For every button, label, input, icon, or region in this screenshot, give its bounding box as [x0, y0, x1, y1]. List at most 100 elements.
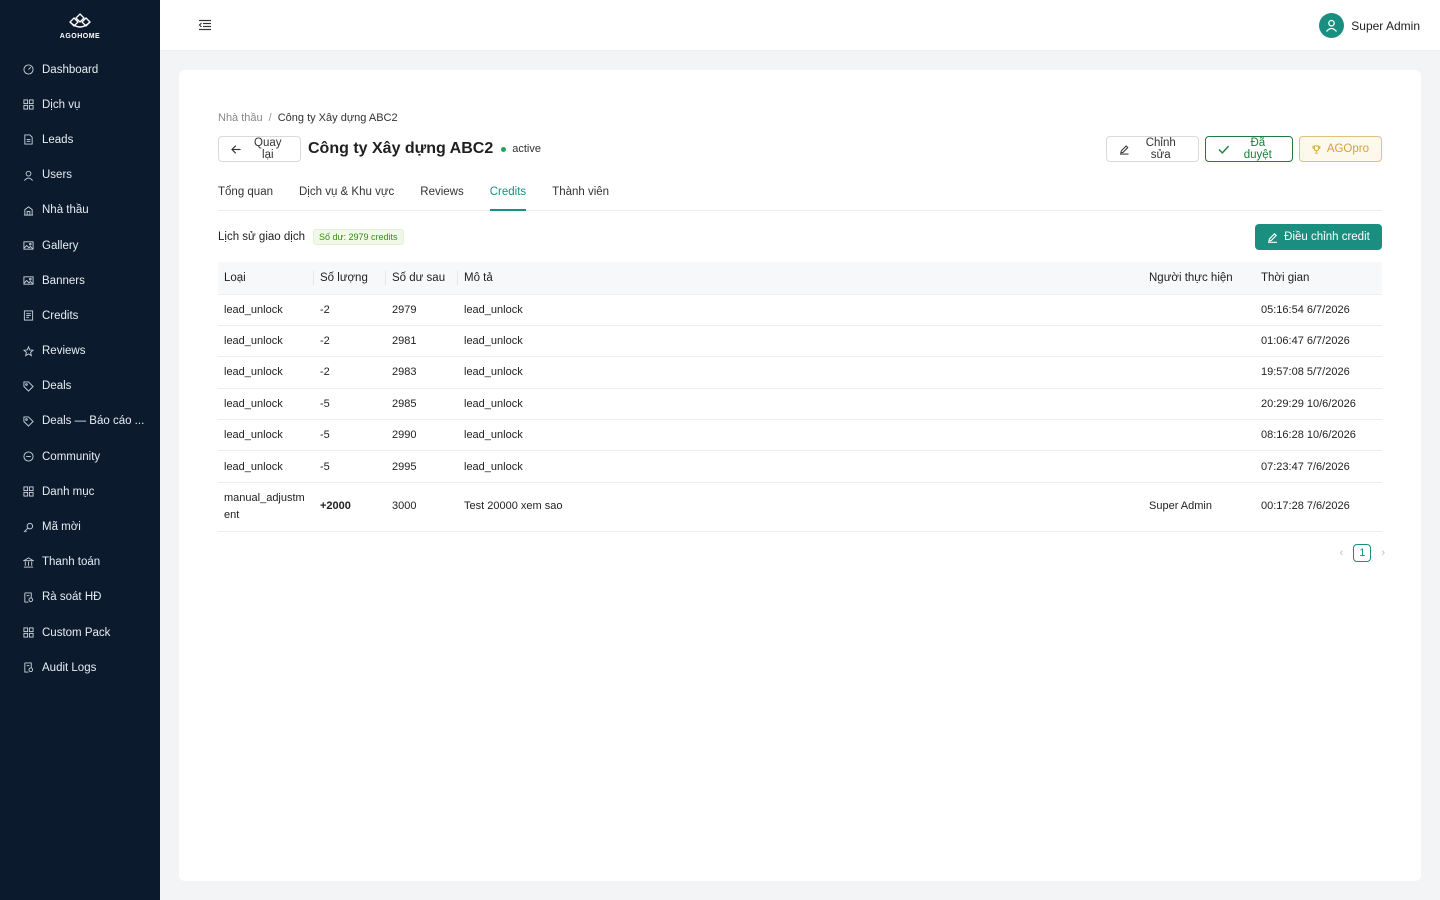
cell-balance: 2983: [386, 356, 458, 389]
top-header: Super Admin: [160, 0, 1440, 51]
sidebar-item-label: Deals — Báo cáo ...: [42, 415, 145, 428]
cell-amount: +2000: [314, 482, 386, 532]
edit-button[interactable]: Chỉnh sửa: [1106, 136, 1199, 162]
cell-actor: [1143, 294, 1255, 326]
avatar: [1319, 13, 1345, 38]
sidebar-item-thanh-to-n[interactable]: Thanh toán: [0, 545, 160, 580]
sidebar-item-label: Credits: [42, 309, 79, 322]
cell-description: Test 20000 xem sao: [458, 482, 1143, 532]
cell-balance: 3000: [386, 482, 458, 532]
sidebar-item-d-ch-v[interactable]: Dịch vụ: [0, 87, 160, 122]
sidebar-item-label: Mã mời: [42, 521, 81, 534]
prev-page-button[interactable]: ‹: [1340, 547, 1344, 559]
tab-2[interactable]: Dịch vụ & Khu vực: [299, 180, 394, 210]
cell-actor: [1143, 325, 1255, 358]
key-icon: [22, 521, 34, 533]
sidebar-item-label: Dịch vụ: [42, 98, 81, 111]
edit-icon: [1119, 144, 1129, 155]
cell-type: lead_unlock: [218, 419, 314, 452]
sidebar-item-label: Custom Pack: [42, 626, 111, 639]
cell-type: lead_unlock: [218, 294, 314, 326]
credits-section-header: Lịch sử giao dịch Số dư: 2979 credits Đi…: [218, 224, 1382, 250]
tab-1[interactable]: Tổng quan: [218, 180, 273, 210]
sidebar-item-deals-b-o-c-o[interactable]: Deals — Báo cáo ...: [0, 404, 160, 439]
cell-time: 05:16:54 6/7/2026: [1255, 294, 1382, 326]
cell-amount: -2: [314, 294, 386, 326]
cell-amount: -2: [314, 356, 386, 389]
cell-balance: 2985: [386, 388, 458, 421]
approved-button-label: Đã duyệt: [1243, 137, 1272, 161]
bank-icon: [22, 556, 34, 568]
table-header: Loại Số lượng Số dư sau Mô tả Người thực hiệ…: [218, 262, 1382, 295]
column-header: Thời gian: [1255, 262, 1382, 295]
credits-table: Loại Số lượng Số dư sau Mô tả Người thực hiệ…: [218, 262, 1382, 532]
audit-icon: [22, 591, 34, 603]
sidebar-item-reviews[interactable]: Reviews: [0, 334, 160, 369]
cell-time: 20:29:29 10/6/2026: [1255, 388, 1382, 421]
check-icon: [1218, 145, 1230, 154]
sidebar-item-deals[interactable]: Deals: [0, 369, 160, 404]
sidebar-item-nh-th-u[interactable]: Nhà thầu: [0, 193, 160, 228]
sidebar-item-users[interactable]: Users: [0, 158, 160, 193]
edit-icon: [1268, 232, 1278, 243]
sidebar-item-audit-logs[interactable]: Audit Logs: [0, 650, 160, 685]
cell-time: 07:23:47 7/6/2026: [1255, 450, 1382, 483]
sidebar-item-community[interactable]: Community: [0, 439, 160, 474]
brand-logo[interactable]: AGOHOME: [0, 0, 160, 50]
sidebar-item-label: Community: [42, 450, 101, 463]
sidebar-item-banners[interactable]: Banners: [0, 263, 160, 298]
cell-amount: -5: [314, 419, 386, 452]
star-icon: [22, 345, 34, 357]
breadcrumb-current: Công ty Xây dựng ABC2: [277, 112, 398, 124]
sidebar-item-label: Reviews: [42, 345, 86, 358]
sidebar-item-gallery[interactable]: Gallery: [0, 228, 160, 263]
back-button[interactable]: Quay lại: [218, 136, 301, 162]
cell-description: lead_unlock: [458, 356, 1143, 389]
tab-5[interactable]: Thành viên: [552, 180, 609, 210]
sidebar-item-label: Banners: [42, 274, 85, 287]
cell-actor: [1143, 450, 1255, 483]
cell-description: lead_unlock: [458, 450, 1143, 483]
tab-4[interactable]: Credits: [489, 180, 527, 211]
tab-3[interactable]: Reviews: [420, 180, 463, 210]
approved-button[interactable]: Đã duyệt: [1205, 136, 1293, 162]
sidebar-item-label: Leads: [42, 133, 74, 146]
sidebar-item-leads[interactable]: Leads: [0, 122, 160, 157]
sidebar-item-dashboard[interactable]: Dashboard: [0, 52, 160, 87]
agopro-button[interactable]: AGOpro: [1299, 136, 1382, 162]
table-row: lead_unlock -5 2990 lead_unlock 08:16:28 10/…: [218, 419, 1382, 452]
sidebar: AGOHOME Dashboard Dịch vụ Leads Users Nhà th…: [0, 0, 160, 900]
table-row: lead_unlock -5 2995 lead_unlock 07:23:47 7/6…: [218, 450, 1382, 483]
breadcrumb-parent-link[interactable]: Nhà thầu: [218, 112, 263, 124]
sidebar-item-label: Thanh toán: [42, 556, 101, 569]
image-icon: [22, 240, 34, 252]
menu-fold-icon[interactable]: [198, 18, 212, 32]
sidebar-item-m-m-i[interactable]: Mã mời: [0, 509, 160, 544]
page-title: Công ty Xây dựng ABC2: [308, 140, 494, 157]
user-icon: [1326, 19, 1338, 32]
sidebar-item-credits[interactable]: Credits: [0, 298, 160, 333]
agopro-button-label: AGOpro: [1326, 143, 1369, 155]
sidebar-nav: Dashboard Dịch vụ Leads Users Nhà thầu Galler…: [0, 52, 160, 685]
sidebar-item-custom-pack[interactable]: Custom Pack: [0, 615, 160, 650]
sidebar-item-r-so-t-h[interactable]: Rà soát HĐ: [0, 580, 160, 615]
brand-name: AGOHOME: [59, 33, 101, 40]
adjust-credit-button[interactable]: Điều chỉnh credit: [1255, 224, 1382, 250]
header-actions: Chỉnh sửa Đã duyệt AGOpro: [1106, 136, 1382, 162]
sidebar-item-danh-m-c[interactable]: Danh mục: [0, 474, 160, 509]
cell-time: 19:57:08 5/7/2026: [1255, 356, 1382, 389]
agohome-logo-icon: [69, 13, 91, 28]
title-row: Quay lại Công ty Xây dựng ABC2 active Ch…: [218, 136, 1382, 162]
user-menu[interactable]: Super Admin: [1319, 13, 1420, 38]
adjust-credit-label: Điều chỉnh credit: [1284, 231, 1370, 243]
cell-balance: 2979: [386, 294, 458, 326]
section-title: Lịch sử giao dịch: [218, 231, 305, 243]
tag-icon: [22, 380, 34, 392]
grid-icon: [22, 99, 34, 111]
back-button-label: Quay lại: [254, 137, 282, 161]
edit-button-label: Chỉnh sửa: [1145, 137, 1176, 161]
sidebar-item-label: Danh mục: [42, 485, 95, 498]
sidebar-item-label: Deals: [42, 380, 72, 393]
page-number-button[interactable]: 1: [1353, 544, 1372, 562]
next-page-button[interactable]: ›: [1381, 547, 1385, 559]
